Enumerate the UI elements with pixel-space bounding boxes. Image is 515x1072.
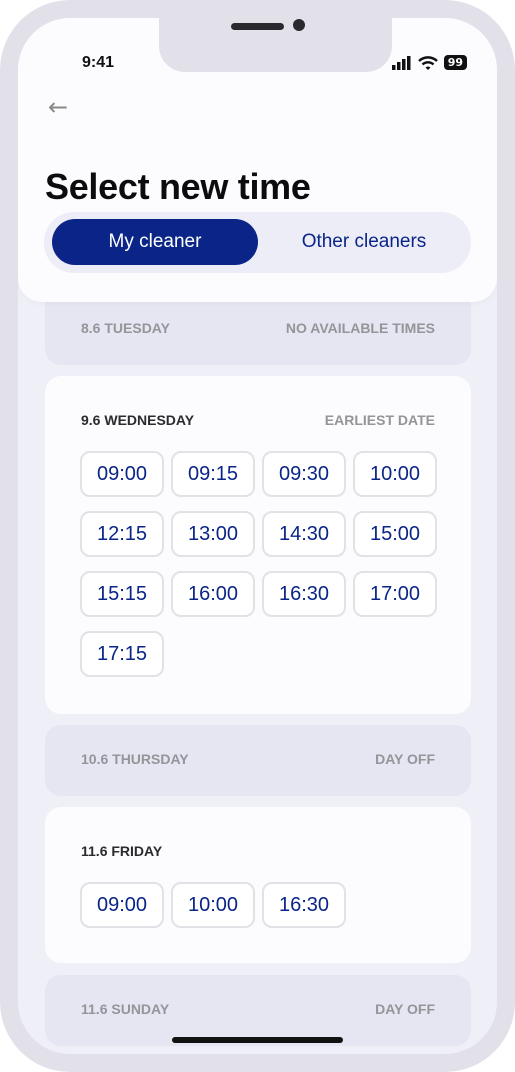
time-slot[interactable]: 09:30 <box>262 451 346 497</box>
time-slots: 09:00 09:15 09:30 10:00 12:15 13:00 14:3… <box>80 451 437 677</box>
day-card: 11.6 FRIDAY 09:00 10:00 16:30 <box>45 807 471 963</box>
time-slot[interactable]: 16:30 <box>262 882 346 928</box>
day-date: 8.6 TUESDAY <box>81 320 170 336</box>
time-slot[interactable]: 13:00 <box>171 511 255 557</box>
time-slot[interactable]: 15:00 <box>353 511 437 557</box>
day-date: 10.6 THURSDAY <box>81 751 189 767</box>
speaker <box>231 23 284 30</box>
screen: 9:41 99 ← Select new time My cleaner Oth… <box>18 18 497 1054</box>
time-slot[interactable]: 10:00 <box>353 451 437 497</box>
time-slot[interactable]: 09:15 <box>171 451 255 497</box>
time-slot[interactable]: 15:15 <box>80 571 164 617</box>
time-slot[interactable]: 16:00 <box>171 571 255 617</box>
day-note: NO AVAILABLE TIMES <box>285 320 435 336</box>
day-date: 11.6 FRIDAY <box>81 843 163 859</box>
status-icons: 99 <box>391 55 467 70</box>
time-slot[interactable]: 17:15 <box>80 631 164 677</box>
signal-icon <box>391 55 411 70</box>
battery-icon: 99 <box>443 55 467 70</box>
home-indicator[interactable] <box>172 1037 343 1043</box>
day-card: 11.6 SUNDAY DAY OFF <box>45 975 471 1046</box>
day-note: DAY OFF <box>375 751 435 767</box>
time-slot[interactable]: 12:15 <box>80 511 164 557</box>
page-title: Select new time <box>45 166 311 207</box>
day-date: 11.6 SUNDAY <box>81 1001 170 1017</box>
wifi-icon <box>417 55 438 70</box>
day-card: 10.6 THURSDAY DAY OFF <box>45 725 471 796</box>
camera-icon <box>293 19 305 31</box>
time-slot[interactable]: 16:30 <box>262 571 346 617</box>
time-slot[interactable]: 17:00 <box>353 571 437 617</box>
arrow-left-icon[interactable]: ← <box>48 93 68 121</box>
tab-other-cleaners[interactable]: Other cleaners <box>261 219 467 265</box>
cleaner-toggle: My cleaner Other cleaners <box>44 212 471 273</box>
time-slot[interactable]: 10:00 <box>171 882 255 928</box>
day-note: EARLIEST DATE <box>324 412 435 428</box>
day-card: 9.6 WEDNESDAY EARLIEST DATE 09:00 09:15 0… <box>45 376 471 714</box>
tab-my-cleaner[interactable]: My cleaner <box>52 219 258 265</box>
time-slot[interactable]: 14:30 <box>262 511 346 557</box>
day-note: DAY OFF <box>375 1001 435 1017</box>
time-slot[interactable]: 09:00 <box>80 882 164 928</box>
time-slots: 09:00 10:00 16:30 <box>80 882 437 928</box>
day-date: 9.6 WEDNESDAY <box>81 412 195 428</box>
time-slot[interactable]: 09:00 <box>80 451 164 497</box>
status-time: 9:41 <box>82 54 115 71</box>
